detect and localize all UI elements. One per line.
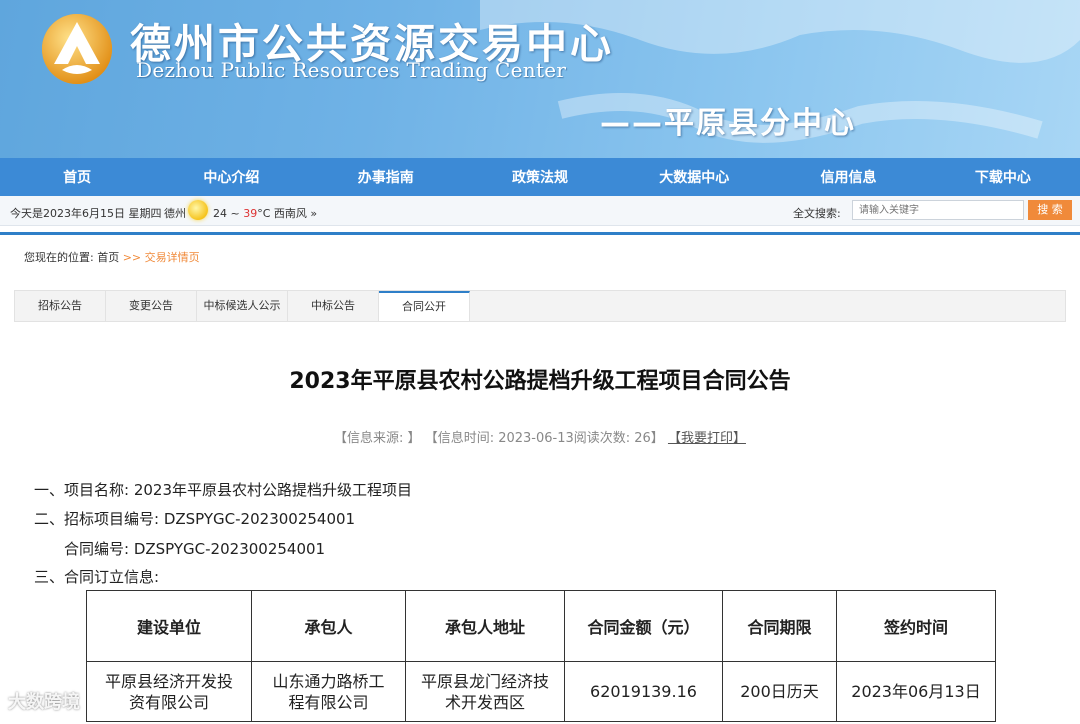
search-label: 全文搜索: bbox=[793, 207, 841, 220]
table-header: 签约时间 bbox=[836, 590, 996, 662]
tab-award-notice[interactable]: 中标公告 bbox=[288, 291, 379, 321]
table-header: 承包人 bbox=[251, 590, 406, 662]
breadcrumb: 您现在的位置: 首页 >> 交易详情页 bbox=[24, 249, 200, 265]
site-title-english: Dezhou Public Resources Trading Center bbox=[136, 58, 567, 82]
tab-tender-notice[interactable]: 招标公告 bbox=[15, 291, 106, 321]
trading-center-logo bbox=[42, 14, 112, 84]
main-nav: 首页 中心介绍 办事指南 政策法规 大数据中心 信用信息 下载中心 bbox=[0, 158, 1080, 196]
nav-item-credit[interactable]: 信用信息 bbox=[771, 167, 925, 187]
sun-icon bbox=[188, 200, 208, 220]
search-button[interactable]: 搜 索 bbox=[1028, 200, 1072, 220]
tab-change-notice[interactable]: 变更公告 bbox=[106, 291, 197, 321]
tab-candidate-notice[interactable]: 中标候选人公示 bbox=[197, 291, 288, 321]
branch-name: ——平原县分中心 bbox=[600, 106, 856, 141]
watermark: 大数跨境 bbox=[8, 692, 80, 713]
table-cell-owner: 平原县经济开发投资有限公司 bbox=[86, 661, 252, 722]
table-header: 合同金额（元） bbox=[564, 590, 723, 662]
table-header-row: 建设单位 承包人 承包人地址 合同金额（元） 合同期限 签约时间 bbox=[86, 590, 996, 662]
breadcrumb-current[interactable]: 交易详情页 bbox=[145, 251, 200, 264]
print-link[interactable]: 【我要打印】 bbox=[668, 431, 746, 446]
nav-item-guide[interactable]: 办事指南 bbox=[309, 167, 463, 187]
meta-time-views: 【信息时间: 2023-06-13阅读次数: 26】 bbox=[424, 431, 664, 446]
article-meta: 【信息来源: 】 【信息时间: 2023-06-13阅读次数: 26】 【我要打… bbox=[0, 427, 1080, 446]
table-header: 合同期限 bbox=[722, 590, 837, 662]
tab-contract-disclosure[interactable]: 合同公开 bbox=[379, 291, 470, 321]
nav-item-policy[interactable]: 政策法规 bbox=[463, 167, 617, 187]
table-cell-term: 200日历天 bbox=[722, 661, 837, 722]
notice-tabs: 招标公告 变更公告 中标候选人公示 中标公告 合同公开 bbox=[14, 290, 1066, 322]
breadcrumb-home-link[interactable]: 首页 bbox=[97, 251, 119, 264]
contract-info-heading: 三、合同订立信息: bbox=[34, 568, 160, 586]
weather-city: 德州 bbox=[164, 207, 186, 220]
breadcrumb-label: 您现在的位置: bbox=[24, 251, 94, 264]
search-input[interactable] bbox=[852, 200, 1024, 220]
current-date: 今天是2023年6月15日 星期四 bbox=[10, 207, 162, 220]
table-header: 建设单位 bbox=[86, 590, 252, 662]
meta-source: 【信息来源: 】 bbox=[334, 431, 421, 446]
tender-number-line: 二、招标项目编号: DZSPYGC-202300254001 bbox=[34, 510, 356, 528]
nav-item-bigdata[interactable]: 大数据中心 bbox=[617, 167, 771, 187]
table-cell-date: 2023年06月13日 bbox=[836, 661, 996, 722]
nav-item-about[interactable]: 中心介绍 bbox=[154, 167, 308, 187]
table-cell-amount: 62019139.16 bbox=[564, 661, 723, 722]
nav-item-download[interactable]: 下载中心 bbox=[926, 167, 1080, 187]
weather-temperature: 24 ~ 39°C 西南风 » bbox=[213, 207, 318, 220]
contract-table: 建设单位 承包人 承包人地址 合同金额（元） 合同期限 签约时间 平原县经济开发… bbox=[86, 590, 996, 722]
project-name-line: 一、项目名称: 2023年平原县农村公路提档升级工程项目 bbox=[34, 481, 412, 499]
breadcrumb-separator: >> bbox=[119, 251, 145, 264]
table-header: 承包人地址 bbox=[405, 590, 565, 662]
table-cell-address: 平原县龙门经济技术开发西区 bbox=[405, 661, 565, 722]
table-row: 平原县经济开发投资有限公司 山东通力路桥工程有限公司 平原县龙门经济技术开发西区… bbox=[86, 661, 996, 722]
article-title: 2023年平原县农村公路提档升级工程项目合同公告 bbox=[289, 369, 791, 394]
header-divider bbox=[0, 232, 1080, 235]
header-banner: 德州市公共资源交易中心 Dezhou Public Resources Trad… bbox=[0, 0, 1080, 158]
nav-item-home[interactable]: 首页 bbox=[0, 167, 154, 187]
table-cell-contractor: 山东通力路桥工程有限公司 bbox=[251, 661, 406, 722]
contract-number-line: 合同编号: DZSPYGC-202300254001 bbox=[64, 540, 326, 558]
info-bar: 今天是2023年6月15日 星期四 德州 24 ~ 39°C 西南风 » 全文搜… bbox=[0, 196, 1080, 226]
